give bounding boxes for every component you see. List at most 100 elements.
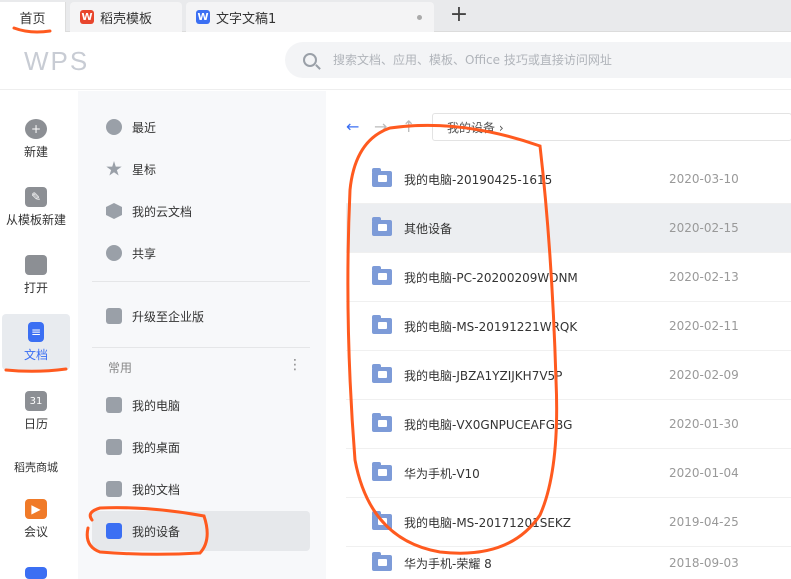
breadcrumb[interactable]: 我的设备 › — [432, 113, 791, 141]
item-name: 华为手机-荣耀 8 — [404, 556, 492, 571]
nav-calendar-label: 日历 — [23, 417, 48, 431]
search-icon — [303, 53, 317, 67]
template-icon: ✎ — [25, 187, 47, 207]
nav-calendar[interactable]: 31 日历 — [0, 391, 72, 432]
star-icon — [106, 161, 122, 176]
tab-bar: 首页 W 稻壳模板 W 文字文稿1 + — [0, 0, 791, 32]
section-title-common: 常用 — [108, 361, 133, 375]
list-item[interactable]: 其他设备 2020-02-15 — [346, 204, 791, 253]
up-arrow-icon[interactable]: ↑ — [402, 117, 415, 136]
nav-new[interactable]: + 新建 — [0, 119, 72, 160]
file-sidebar: 最近 星标 我的云文档 共享 升级至企业版 常用 ⋮ 我的电脑 我的桌面 我的文… — [78, 91, 326, 579]
device-folder-icon — [372, 511, 392, 530]
device-folder-icon — [372, 315, 392, 334]
sidebar-item-cloud-docs[interactable]: 我的云文档 — [92, 191, 310, 231]
item-date: 2020-02-11 — [669, 319, 739, 333]
sidebar-item-label: 我的桌面 — [132, 440, 181, 455]
list-item[interactable]: 我的电脑-MS-20191221WRQK 2020-02-11 — [346, 302, 791, 351]
sidebar-item-label: 星标 — [132, 162, 157, 177]
sidebar-item-label: 最近 — [132, 120, 157, 135]
list-item[interactable]: 我的电脑-PC-20200209WDNM 2020-02-13 — [346, 253, 791, 302]
nav-template-label: 从模板新建 — [5, 213, 66, 227]
app-icon — [25, 567, 47, 579]
folder-icon — [25, 255, 47, 275]
enterprise-icon — [106, 308, 122, 324]
nav-store[interactable]: 稻壳商城 — [0, 459, 72, 475]
list-item[interactable]: 我的电脑-JBZA1YZIJKH7V5P 2020-02-09 — [346, 351, 791, 400]
sidebar-item-my-devices[interactable]: 我的设备 — [92, 511, 310, 551]
unsaved-dot-icon[interactable] — [417, 15, 422, 20]
item-name: 我的电脑-20190425-1615 — [404, 172, 553, 187]
back-arrow-icon[interactable]: ← — [346, 117, 359, 136]
sidebar-item-shared[interactable]: 共享 — [92, 233, 310, 273]
item-name: 我的电脑-MS-20171201SEKZ — [404, 515, 571, 530]
item-date: 2020-03-10 — [669, 172, 739, 186]
tab-home[interactable]: 首页 — [0, 2, 66, 32]
new-tab-button[interactable]: + — [448, 4, 470, 26]
item-name: 我的电脑-MS-20191221WRQK — [404, 319, 578, 334]
device-folder-icon — [372, 413, 392, 432]
list-item[interactable]: 我的电脑-VX0GNPUCEAFGBG 2020-01-30 — [346, 400, 791, 449]
nav-new-label: 新建 — [23, 145, 48, 159]
device-folder-icon — [372, 217, 392, 236]
search-bar[interactable] — [285, 42, 791, 78]
tab-docer-templates[interactable]: W 稻壳模板 — [70, 2, 182, 32]
sidebar-item-label: 升级至企业版 — [132, 309, 205, 324]
forward-arrow-icon[interactable]: → — [374, 117, 387, 136]
nav-from-template[interactable]: ✎ 从模板新建 — [0, 187, 72, 228]
tab-home-label: 首页 — [19, 11, 46, 27]
item-date: 2018-09-03 — [669, 556, 739, 570]
nav-open[interactable]: 打开 — [0, 255, 72, 296]
device-folder-icon — [372, 462, 392, 481]
tab-docer-label: 稻壳模板 — [100, 11, 153, 27]
tab-document[interactable]: W 文字文稿1 — [186, 2, 434, 32]
list-item[interactable]: 华为手机-V10 2020-01-04 — [346, 449, 791, 498]
header: WPS — [0, 32, 791, 90]
item-date: 2020-02-09 — [669, 368, 739, 382]
computer-shortcut-icon — [106, 397, 122, 413]
item-name: 其他设备 — [404, 221, 453, 236]
sidebar-item-label: 共享 — [132, 246, 157, 261]
device-folder-icon — [372, 266, 392, 285]
writer-doc-icon: W — [196, 10, 210, 24]
nav-documents[interactable]: ≡ 文档 — [2, 314, 70, 370]
sidebar-item-upgrade[interactable]: 升级至企业版 — [92, 296, 310, 336]
documents-shortcut-icon — [106, 481, 122, 497]
nav-more[interactable] — [0, 567, 72, 579]
sidebar-item-recent[interactable]: 最近 — [92, 107, 310, 147]
sidebar-item-my-desktop[interactable]: 我的桌面 — [92, 427, 310, 467]
list-item[interactable]: 我的电脑-20190425-1615 2020-03-10 — [346, 155, 791, 204]
devices-icon — [106, 523, 122, 539]
sidebar-divider — [92, 281, 310, 282]
device-folder-icon — [372, 552, 392, 571]
item-date: 2020-02-13 — [669, 270, 739, 284]
wps-logo: WPS — [24, 46, 90, 76]
document-icon: ≡ — [28, 322, 44, 342]
list-item[interactable]: 我的电脑-MS-20171201SEKZ 2019-04-25 — [346, 498, 791, 547]
share-users-icon — [106, 245, 122, 261]
sidebar-item-label: 我的云文档 — [132, 204, 193, 219]
breadcrumb-label: 我的设备 › — [447, 120, 504, 135]
clock-icon — [106, 119, 122, 135]
sidebar-item-my-computer[interactable]: 我的电脑 — [92, 385, 310, 425]
desktop-shortcut-icon — [106, 439, 122, 455]
item-date: 2020-01-04 — [669, 466, 739, 480]
item-date: 2019-04-25 — [669, 515, 739, 529]
item-date: 2020-01-30 — [669, 417, 739, 431]
tab-document-label: 文字文稿1 — [216, 11, 277, 27]
list-item[interactable]: 华为手机-荣耀 8 2018-09-03 — [346, 547, 791, 579]
nav-open-label: 打开 — [23, 281, 48, 295]
left-nav: + 新建 ✎ 从模板新建 打开 ≡ 文档 31 日历 稻壳商城 ▶ 会议 — [0, 91, 72, 579]
file-list-panel: ← → ↑ 我的设备 › 我的电脑-20190425-1615 2020-03-… — [326, 91, 791, 579]
sidebar-item-my-documents[interactable]: 我的文档 — [92, 469, 310, 509]
plus-circle-icon: + — [25, 119, 47, 139]
sidebar-item-label: 我的电脑 — [132, 398, 181, 413]
sidebar-item-label: 我的设备 — [132, 524, 181, 539]
more-options-icon[interactable]: ⋮ — [288, 357, 302, 373]
nav-meeting-label: 会议 — [23, 525, 48, 539]
nav-meeting[interactable]: ▶ 会议 — [0, 499, 72, 540]
sidebar-item-starred[interactable]: 星标 — [92, 149, 310, 189]
cloud-doc-icon — [106, 203, 122, 219]
sidebar-divider — [92, 347, 310, 348]
search-input[interactable] — [333, 53, 773, 67]
